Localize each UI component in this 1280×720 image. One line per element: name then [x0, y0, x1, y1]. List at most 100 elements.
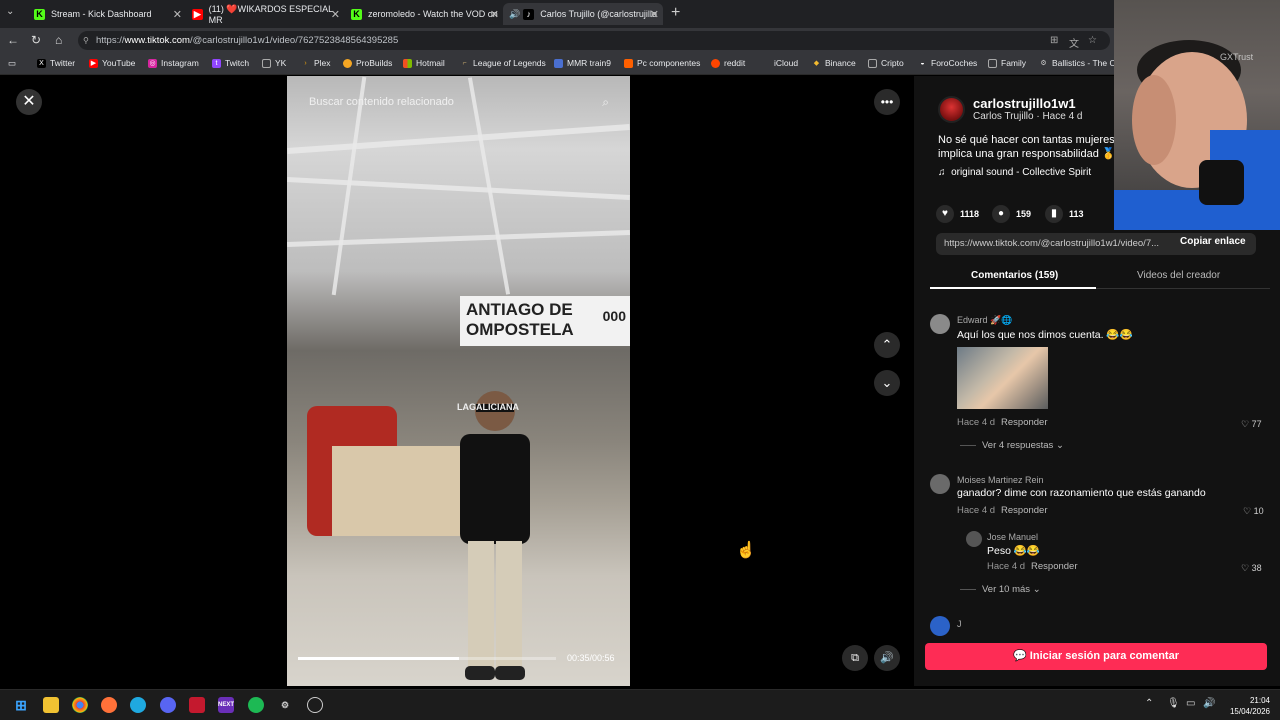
bookmark-icloud[interactable]: iCloud — [761, 58, 798, 68]
post-sound[interactable]: ♫ original sound - Collective Spirit — [938, 167, 1091, 178]
network-icon[interactable]: ▭ — [1186, 698, 1195, 709]
new-tab-button[interactable]: + — [671, 4, 680, 22]
author-username[interactable]: carlostrujillo1w1 — [973, 96, 1076, 111]
search-icon[interactable]: ⌕ — [602, 95, 609, 110]
bookmark-reddit[interactable]: reddit — [711, 58, 745, 68]
comment-image[interactable] — [957, 347, 1048, 409]
tab-kick-vod[interactable]: K zeromoledo - Watch the VOD on ✕ — [345, 3, 503, 25]
windows-start-icon[interactable]: ⊞ — [13, 697, 29, 713]
comment-author[interactable]: J — [957, 619, 962, 629]
system-clock[interactable]: 21:04 15/04/2026 — [1226, 695, 1270, 717]
tray-overflow-icon[interactable]: ⌃ — [1145, 698, 1153, 709]
sign-text: ANTIAGO DE OMPOSTELA — [466, 300, 574, 339]
url-field[interactable]: https://www.tiktok.com/@carlostrujillo1w… — [78, 31, 1110, 50]
copy-link-button[interactable]: Copiar enlace — [1180, 236, 1246, 247]
bookmark-twitter[interactable]: X Twitter — [37, 58, 75, 68]
file-explorer-icon[interactable] — [43, 697, 59, 713]
reply-time: Hace 4 d — [987, 561, 1026, 572]
bookmark-league[interactable]: ⌐ League of Legends — [460, 58, 545, 68]
tab-label: (11) ❤️WIKARDOS ESPECIAL MR — [208, 3, 333, 25]
reply-button[interactable]: Responder — [1031, 561, 1077, 572]
save-button[interactable]: ▮ 113 — [1045, 205, 1084, 223]
heart-icon: ♥ — [936, 205, 954, 223]
microphone-icon[interactable]: 🎙 — [1167, 698, 1180, 709]
close-video-button[interactable]: ✕ — [16, 89, 42, 115]
install-app-icon[interactable]: ⊞ — [1050, 35, 1058, 46]
view-more-replies-button[interactable]: Ver 10 más ⌄ — [960, 584, 1041, 595]
bookmark-star-icon[interactable]: ☆ — [1088, 35, 1097, 46]
comment-author[interactable]: Moises Martinez Rein — [957, 475, 1044, 485]
bookmark-youtube[interactable]: ▶ YouTube — [89, 58, 135, 68]
tab-search-icon[interactable]: ⌄ — [6, 6, 14, 17]
binance-icon: ◆ — [813, 59, 820, 67]
comment-like[interactable]: ♡ 10 — [1243, 506, 1264, 517]
bookmark-probuilds[interactable]: ProBuilds — [343, 58, 392, 68]
reply-button[interactable]: Responder — [1001, 417, 1047, 428]
related-search-field[interactable]: Buscar contenido relacionado ⌕ — [299, 93, 619, 115]
bookmark-yk[interactable]: YK — [262, 58, 286, 68]
bookmark-label: YK — [275, 58, 287, 68]
bookmarks-menu-icon[interactable]: ▭ — [8, 58, 16, 69]
next-app-icon[interactable]: NEXT — [218, 697, 234, 713]
reply-avatar[interactable] — [966, 531, 982, 547]
bookmark-twitch[interactable]: t Twitch — [212, 58, 249, 68]
obs-icon[interactable] — [307, 697, 323, 713]
bookmark-plex[interactable]: › Plex — [301, 58, 330, 68]
bookmark-family[interactable]: Family — [988, 58, 1026, 68]
close-tab-icon[interactable]: ✕ — [331, 8, 340, 21]
bookmark-hotmail[interactable]: Hotmail — [403, 58, 445, 68]
reply-like[interactable]: ♡ 38 — [1241, 563, 1262, 574]
reload-icon[interactable]: ↻ — [31, 33, 41, 47]
comment-text: ganador? dime con razonamiento que estás… — [957, 487, 1206, 499]
translate-icon[interactable]: 文 — [1069, 35, 1079, 50]
tab-kick-dashboard[interactable]: K Stream - Kick Dashboard ✕ — [28, 3, 186, 25]
spotify-icon[interactable] — [248, 697, 264, 713]
comment-button[interactable]: ● 159 — [992, 205, 1031, 223]
previous-video-button[interactable]: ⌃ — [874, 332, 900, 358]
discord-icon[interactable] — [160, 697, 176, 713]
more-options-icon[interactable]: ••• — [874, 89, 900, 115]
comment-avatar[interactable] — [930, 474, 950, 494]
reply-author[interactable]: Jose Manuel — [987, 532, 1038, 542]
reply-button[interactable]: Responder — [1001, 505, 1047, 516]
comment-like[interactable]: ♡ 77 — [1241, 419, 1262, 430]
video-progress-bar[interactable] — [298, 657, 556, 660]
tab-tiktok[interactable]: 🔊 ♪ Carlos Trujillo (@carlostrujillo ✕ — [503, 3, 663, 25]
bookmark-forocoches[interactable]: ◒ ForoCoches — [918, 58, 977, 68]
home-icon[interactable]: ⌂ — [55, 33, 62, 47]
tab-creator-videos[interactable]: Videos del creador — [1137, 270, 1220, 281]
comment-author[interactable]: Edward 🚀🌐 — [957, 315, 1012, 326]
close-tab-icon[interactable]: ✕ — [650, 8, 659, 21]
floating-player-icon[interactable]: ⧉ — [842, 645, 868, 671]
comment-avatar[interactable] — [930, 616, 950, 636]
heart-outline-icon: ♡ — [1243, 506, 1252, 516]
chrome-icon[interactable] — [72, 697, 88, 713]
close-tab-icon[interactable]: ✕ — [490, 8, 499, 21]
close-tab-icon[interactable]: ✕ — [173, 8, 182, 21]
login-to-comment-button[interactable]: 💬 Iniciar sesión para comentar — [925, 643, 1267, 670]
settings-gear-icon[interactable]: ⚙ — [277, 697, 293, 713]
next-video-button[interactable]: ⌄ — [874, 370, 900, 396]
comment-avatar[interactable] — [930, 314, 950, 334]
volume-icon[interactable]: 🔊 — [874, 645, 900, 671]
comment-time: Hace 4 d — [957, 505, 996, 516]
streamlabs-icon[interactable] — [189, 697, 205, 713]
bookmark-label: reddit — [724, 58, 746, 68]
volume-tray-icon[interactable]: 🔊 — [1203, 698, 1215, 709]
tab-comments[interactable]: Comentarios (159) — [971, 270, 1058, 281]
heart-outline-icon: ♡ — [1241, 419, 1250, 429]
back-icon[interactable]: ← — [7, 33, 19, 47]
bookmark-mmr[interactable]: MMR train9 — [554, 58, 611, 68]
tab-youtube[interactable]: ▶ (11) ❤️WIKARDOS ESPECIAL MR ✕ — [186, 3, 344, 25]
author-avatar[interactable] — [938, 96, 965, 123]
bookmark-instagram[interactable]: ◎ Instagram — [148, 58, 199, 68]
bookmark-cripto[interactable]: Cripto — [868, 58, 904, 68]
edge-icon[interactable] — [130, 697, 146, 713]
like-button[interactable]: ♥ 1118 — [936, 205, 979, 223]
view-replies-button[interactable]: Ver 4 respuestas ⌄ — [960, 440, 1064, 451]
site-info-icon[interactable]: ⚲ — [83, 36, 89, 45]
bookmark-ballistics[interactable]: ⚙ Ballistics - The Of — [1039, 58, 1118, 68]
bookmark-pccomponentes[interactable]: Pc componentes — [624, 58, 700, 68]
bookmark-binance[interactable]: ◆ Binance — [812, 58, 856, 68]
firefox-icon[interactable] — [101, 697, 117, 713]
